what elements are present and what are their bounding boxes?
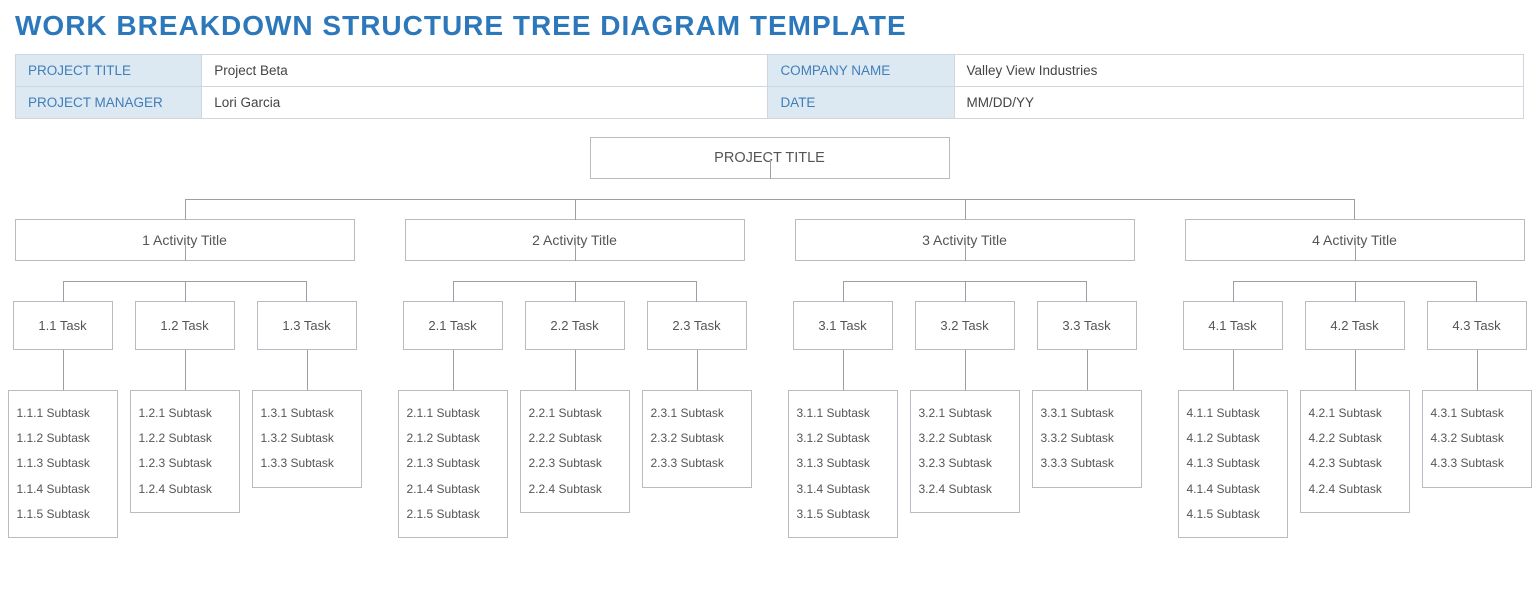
subtask-item: 3.3.3 Subtask <box>1041 451 1133 476</box>
meta-company-name-value: Valley View Industries <box>954 55 1523 87</box>
subtask-item: 4.1.2 Subtask <box>1187 426 1279 451</box>
subtask-item: 3.1.1 Subtask <box>797 401 889 426</box>
subtask-item: 2.1.3 Subtask <box>407 451 499 476</box>
subtask-item: 1.3.1 Subtask <box>261 401 353 426</box>
task-node: 3.3 Task <box>1037 301 1137 350</box>
subtask-item: 4.1.1 Subtask <box>1187 401 1279 426</box>
subtask-item: 2.1.5 Subtask <box>407 502 499 527</box>
subtask-item: 1.3.3 Subtask <box>261 451 353 476</box>
subtask-item: 4.2.4 Subtask <box>1309 477 1401 502</box>
subtask-item: 3.1.5 Subtask <box>797 502 889 527</box>
subtask-item: 4.3.1 Subtask <box>1431 401 1523 426</box>
page-title: WORK BREAKDOWN STRUCTURE TREE DIAGRAM TE… <box>15 10 1524 42</box>
subtask-item: 1.2.2 Subtask <box>139 426 231 451</box>
task-node: 4.3 Task <box>1427 301 1527 350</box>
meta-project-manager-value: Lori Garcia <box>202 87 768 119</box>
subtask-item: 4.1.3 Subtask <box>1187 451 1279 476</box>
meta-date-value: MM/DD/YY <box>954 87 1523 119</box>
meta-table: PROJECT TITLE Project Beta COMPANY NAME … <box>15 54 1524 119</box>
subtask-list: 2.1.1 Subtask2.1.2 Subtask2.1.3 Subtask2… <box>398 390 508 538</box>
subtask-item: 4.3.2 Subtask <box>1431 426 1523 451</box>
subtask-item: 1.2.1 Subtask <box>139 401 231 426</box>
subtask-item: 1.1.4 Subtask <box>17 477 109 502</box>
task-node: 4.1 Task <box>1183 301 1283 350</box>
task-node: 3.2 Task <box>915 301 1015 350</box>
subtask-item: 1.1.5 Subtask <box>17 502 109 527</box>
subtask-item: 2.3.1 Subtask <box>651 401 743 426</box>
subtask-item: 3.2.3 Subtask <box>919 451 1011 476</box>
task-node: 2.2 Task <box>525 301 625 350</box>
subtask-item: 3.1.3 Subtask <box>797 451 889 476</box>
subtask-item: 2.1.2 Subtask <box>407 426 499 451</box>
task-node: 1.1 Task <box>13 301 113 350</box>
task-node: 1.2 Task <box>135 301 235 350</box>
subtask-item: 2.3.2 Subtask <box>651 426 743 451</box>
subtask-item: 1.3.2 Subtask <box>261 426 353 451</box>
subtask-item: 1.1.3 Subtask <box>17 451 109 476</box>
subtask-item: 3.1.4 Subtask <box>797 477 889 502</box>
meta-project-title-value: Project Beta <box>202 55 768 87</box>
subtask-item: 2.1.1 Subtask <box>407 401 499 426</box>
task-node: 3.1 Task <box>793 301 893 350</box>
subtask-item: 4.3.3 Subtask <box>1431 451 1523 476</box>
subtask-item: 2.1.4 Subtask <box>407 477 499 502</box>
subtask-list: 4.3.1 Subtask4.3.2 Subtask4.3.3 Subtask <box>1422 390 1532 488</box>
subtask-item: 4.2.1 Subtask <box>1309 401 1401 426</box>
subtask-item: 3.1.2 Subtask <box>797 426 889 451</box>
wbs-tree: PROJECT TITLE1 Activity Title1.1 Task1.1… <box>15 137 1524 538</box>
subtask-item: 3.2.2 Subtask <box>919 426 1011 451</box>
subtask-list: 4.2.1 Subtask4.2.2 Subtask4.2.3 Subtask4… <box>1300 390 1410 513</box>
subtask-list: 3.1.1 Subtask3.1.2 Subtask3.1.3 Subtask3… <box>788 390 898 538</box>
subtask-list: 1.1.1 Subtask1.1.2 Subtask1.1.3 Subtask1… <box>8 390 118 538</box>
subtask-item: 1.2.4 Subtask <box>139 477 231 502</box>
subtask-list: 2.3.1 Subtask2.3.2 Subtask2.3.3 Subtask <box>642 390 752 488</box>
subtask-item: 4.1.5 Subtask <box>1187 502 1279 527</box>
subtask-item: 2.2.2 Subtask <box>529 426 621 451</box>
subtask-list: 3.2.1 Subtask3.2.2 Subtask3.2.3 Subtask3… <box>910 390 1020 513</box>
subtask-list: 1.2.1 Subtask1.2.2 Subtask1.2.3 Subtask1… <box>130 390 240 513</box>
subtask-item: 2.3.3 Subtask <box>651 451 743 476</box>
subtask-list: 1.3.1 Subtask1.3.2 Subtask1.3.3 Subtask <box>252 390 362 488</box>
subtask-item: 1.2.3 Subtask <box>139 451 231 476</box>
subtask-item: 3.2.1 Subtask <box>919 401 1011 426</box>
subtask-item: 2.2.4 Subtask <box>529 477 621 502</box>
meta-project-title-label: PROJECT TITLE <box>16 55 202 87</box>
subtask-item: 2.2.3 Subtask <box>529 451 621 476</box>
meta-project-manager-label: PROJECT MANAGER <box>16 87 202 119</box>
subtask-list: 3.3.1 Subtask3.3.2 Subtask3.3.3 Subtask <box>1032 390 1142 488</box>
meta-company-name-label: COMPANY NAME <box>768 55 954 87</box>
subtask-item: 1.1.1 Subtask <box>17 401 109 426</box>
subtask-item: 4.2.3 Subtask <box>1309 451 1401 476</box>
task-node: 2.3 Task <box>647 301 747 350</box>
subtask-item: 4.1.4 Subtask <box>1187 477 1279 502</box>
subtask-item: 2.2.1 Subtask <box>529 401 621 426</box>
subtask-list: 4.1.1 Subtask4.1.2 Subtask4.1.3 Subtask4… <box>1178 390 1288 538</box>
subtask-item: 1.1.2 Subtask <box>17 426 109 451</box>
subtask-item: 4.2.2 Subtask <box>1309 426 1401 451</box>
task-node: 4.2 Task <box>1305 301 1405 350</box>
task-node: 1.3 Task <box>257 301 357 350</box>
subtask-list: 2.2.1 Subtask2.2.2 Subtask2.2.3 Subtask2… <box>520 390 630 513</box>
subtask-item: 3.3.2 Subtask <box>1041 426 1133 451</box>
meta-date-label: DATE <box>768 87 954 119</box>
task-node: 2.1 Task <box>403 301 503 350</box>
subtask-item: 3.3.1 Subtask <box>1041 401 1133 426</box>
subtask-item: 3.2.4 Subtask <box>919 477 1011 502</box>
